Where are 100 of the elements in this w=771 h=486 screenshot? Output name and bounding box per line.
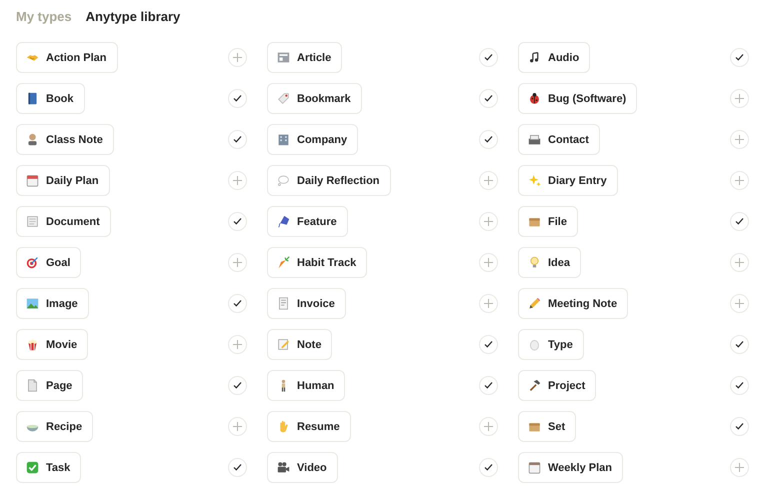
plus-icon [482,215,495,228]
type-chip[interactable]: Feature [267,206,348,237]
added-toggle[interactable] [479,89,498,108]
added-toggle[interactable] [730,212,749,231]
added-toggle[interactable] [730,335,749,354]
added-toggle[interactable] [479,130,498,149]
type-chip[interactable]: Task [16,452,82,483]
type-chip[interactable]: Movie [16,329,88,360]
landscape-icon [26,297,39,310]
type-chip[interactable]: Weekly Plan [518,452,623,483]
add-toggle[interactable] [730,253,749,272]
added-toggle[interactable] [479,458,498,477]
type-chip[interactable]: Image [16,288,89,319]
check-box-icon [26,461,39,474]
plus-icon [733,256,746,269]
added-toggle[interactable] [730,417,749,436]
thought-bubble-icon [277,174,290,187]
add-toggle[interactable] [730,130,749,149]
newspaper-icon [277,51,290,64]
type-chip[interactable]: Company [267,124,358,155]
calendar-icon [26,174,39,187]
type-chip[interactable]: Page [16,370,84,401]
plus-icon [231,256,244,269]
added-toggle[interactable] [730,48,749,67]
type-chip[interactable]: Book [16,83,84,114]
type-chip[interactable]: Bookmark [267,83,362,114]
add-toggle[interactable] [228,171,247,190]
add-toggle[interactable] [479,294,498,313]
type-chip[interactable]: Document [16,206,111,237]
added-toggle[interactable] [479,376,498,395]
type-chip[interactable]: Human [267,370,346,401]
add-toggle[interactable] [730,171,749,190]
plus-icon [733,174,746,187]
added-toggle[interactable] [479,335,498,354]
building-icon [277,133,290,146]
movie-camera-icon [277,461,290,474]
add-toggle[interactable] [479,417,498,436]
add-toggle[interactable] [479,171,498,190]
page-icon [26,379,39,392]
plus-icon [231,420,244,433]
ladybug-icon [528,92,541,105]
add-toggle[interactable] [730,89,749,108]
add-toggle[interactable] [228,335,247,354]
carrot-icon [277,256,290,269]
type-chip[interactable]: Resume [267,411,351,442]
type-chip[interactable]: Meeting Note [518,288,628,319]
type-chip[interactable]: Type [518,329,584,360]
add-toggle[interactable] [479,212,498,231]
added-toggle[interactable] [228,294,247,313]
added-toggle[interactable] [730,376,749,395]
book-icon [26,92,39,105]
add-toggle[interactable] [228,417,247,436]
add-toggle[interactable] [479,253,498,272]
type-chip[interactable]: Action Plan [16,42,118,73]
type-chip[interactable]: Daily Plan [16,165,110,196]
kite-icon [277,215,290,228]
type-chip[interactable]: Article [267,42,342,73]
plus-icon [482,174,495,187]
light-bulb-icon [528,256,541,269]
type-chip[interactable]: Contact [518,124,600,155]
type-chip[interactable]: Diary Entry [518,165,618,196]
add-toggle[interactable] [730,458,749,477]
added-toggle[interactable] [228,458,247,477]
type-chip[interactable]: Recipe [16,411,94,442]
waving-hand-icon [277,420,290,433]
add-toggle[interactable] [228,48,247,67]
calendar-icon [528,461,541,474]
plus-icon [733,92,746,105]
type-chip[interactable]: Daily Reflection [267,165,391,196]
type-chip[interactable]: Goal [16,247,82,278]
added-toggle[interactable] [228,89,247,108]
type-chip[interactable]: Audio [518,42,590,73]
tag-icon [277,92,290,105]
plus-icon [482,420,495,433]
plus-icon [231,174,244,187]
tab[interactable]: Anytype library [86,8,180,24]
added-toggle[interactable] [228,212,247,231]
egg-icon [528,338,541,351]
sparkles-icon [528,174,541,187]
type-chip[interactable]: Class Note [16,124,114,155]
type-chip[interactable]: Set [518,411,576,442]
popcorn-icon [26,338,39,351]
type-chip[interactable]: Note [267,329,332,360]
plus-icon [733,133,746,146]
type-chip[interactable]: Habit Track [267,247,368,278]
type-chip[interactable]: Project [518,370,596,401]
type-chip[interactable]: Video [267,452,338,483]
add-toggle[interactable] [228,253,247,272]
target-icon [26,256,39,269]
document-icon [26,215,39,228]
added-toggle[interactable] [228,376,247,395]
plus-icon [231,51,244,64]
added-toggle[interactable] [228,130,247,149]
plus-icon [733,297,746,310]
type-chip[interactable]: Invoice [267,288,346,319]
type-chip[interactable]: File [518,206,578,237]
add-toggle[interactable] [730,294,749,313]
type-chip[interactable]: Idea [518,247,582,278]
added-toggle[interactable] [479,48,498,67]
type-chip[interactable]: Bug (Software) [518,83,638,114]
